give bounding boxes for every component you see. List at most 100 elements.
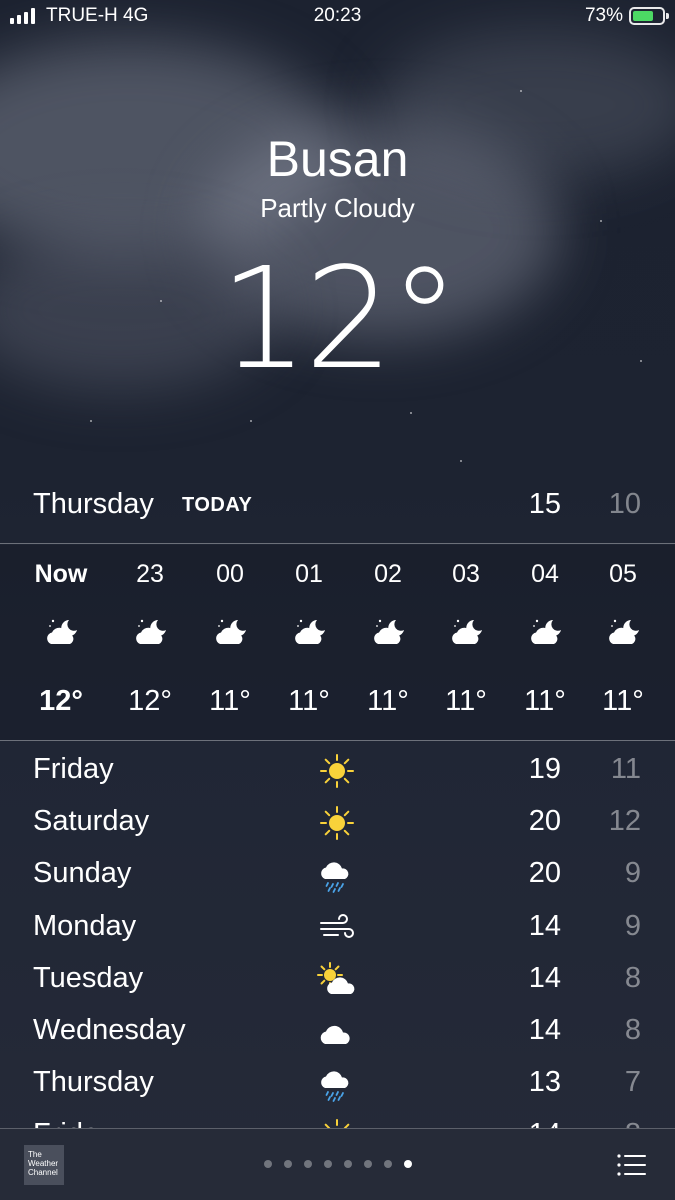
today-low: 10 — [608, 488, 641, 520]
daily-high: 20 — [528, 805, 561, 838]
daily-high: 14 — [528, 909, 561, 942]
daily-row: Saturday 20 12 — [0, 797, 675, 849]
today-label: TODAY — [182, 494, 253, 516]
divider — [0, 740, 675, 741]
daily-row: Sunday 20 9 — [0, 849, 675, 901]
daily-low: 8 — [624, 1014, 641, 1046]
moon-cloud-icon — [134, 617, 168, 647]
sun-icon — [316, 753, 358, 789]
daily-row: Thursday 13 7 — [0, 1058, 675, 1110]
hourly-time: 03 — [452, 560, 480, 588]
hourly-time: Now — [34, 560, 88, 588]
daily-high: 14 — [529, 1118, 561, 1128]
page-dot[interactable] — [264, 1160, 272, 1168]
battery-percent: 73% — [584, 5, 623, 26]
moon-cloud-icon — [214, 617, 248, 647]
hourly-time: 02 — [374, 560, 402, 588]
daily-day: Wednesday — [33, 1014, 186, 1046]
daily-high: 14 — [528, 1014, 561, 1046]
page-dot[interactable] — [284, 1160, 292, 1168]
city-name: Busan — [266, 131, 409, 187]
weather-condition: Partly Cloudy — [260, 193, 415, 223]
hourly-time: 00 — [216, 560, 244, 588]
daily-day: Tuesday — [33, 961, 144, 994]
hourly-temp: 12° — [39, 685, 83, 717]
moon-cloud-icon — [529, 617, 563, 647]
hourly-temp: 11° — [288, 685, 330, 717]
daily-low: 8 — [625, 1118, 641, 1128]
hourly-item: 03 11° — [427, 545, 505, 740]
hourly-time: 05 — [609, 560, 637, 588]
rain-icon — [316, 857, 358, 894]
hourly-temp: 11° — [445, 685, 487, 717]
page-dot[interactable] — [324, 1160, 332, 1168]
daily-row: Friday 14 8 — [0, 1110, 675, 1128]
status-bar: TRUE-H 4G 20:23 73% — [0, 0, 675, 34]
daily-low: 8 — [624, 961, 641, 994]
moon-cloud-icon — [293, 617, 327, 647]
today-day: Thursday — [33, 488, 154, 520]
moon-cloud-icon — [45, 617, 79, 647]
current-temperature: 12° — [219, 238, 459, 401]
divider — [0, 543, 675, 544]
battery-icon — [629, 7, 669, 25]
hourly-temp: 11° — [367, 685, 409, 717]
page-dot[interactable] — [404, 1160, 412, 1168]
daily-day: Sunday — [33, 857, 132, 890]
cloud-icon — [316, 1014, 358, 1050]
daily-low: 9 — [624, 909, 641, 942]
hourly-item: Now 12° — [22, 545, 100, 740]
daily-low: 11 — [610, 753, 641, 785]
daily-high: 20 — [528, 857, 561, 890]
moon-cloud-icon — [607, 617, 641, 647]
daily-day: Thursday — [33, 1066, 154, 1099]
weather-channel-logo[interactable]: The Weather Channel — [24, 1145, 64, 1185]
daily-high: 19 — [528, 753, 561, 785]
daily-row: Monday 14 9 — [0, 902, 675, 954]
hourly-time: 04 — [531, 560, 559, 588]
daily-day: Saturday — [33, 805, 150, 838]
sun-cloud-icon — [316, 961, 358, 998]
daily-high: 13 — [528, 1066, 561, 1099]
hourly-item: 01 11° — [270, 545, 348, 740]
daily-row: Tuesday 14 8 — [0, 954, 675, 1006]
today-high: 15 — [528, 488, 561, 520]
hourly-item: 02 11° — [349, 545, 427, 740]
wind-icon — [316, 910, 358, 946]
hourly-item: 00 11° — [191, 545, 269, 740]
hourly-temp: 11° — [602, 685, 644, 717]
daily-day: Friday — [33, 753, 114, 785]
hourly-temp: 12° — [128, 685, 172, 717]
hourly-item: 04 11° — [506, 545, 584, 740]
list-icon[interactable] — [617, 1154, 647, 1176]
daily-row: Friday 19 11 — [0, 745, 675, 797]
hourly-time: 23 — [136, 560, 164, 588]
hourly-temp: 11° — [209, 685, 251, 717]
moon-cloud-icon — [450, 617, 484, 647]
page-indicator[interactable] — [264, 1160, 412, 1168]
daily-forecast[interactable]: Friday 19 11 Saturday 20 12 Sunday 20 9 Monday 14 9… — [0, 745, 675, 1128]
daily-day: Monday — [33, 909, 137, 942]
hourly-forecast[interactable]: Now 12° 23 12° 00 11° 01 11° 02 11° 03 11° 04 11° 05 11… — [0, 545, 675, 740]
hourly-item: 23 12° — [111, 545, 189, 740]
daily-low: 9 — [624, 857, 641, 890]
page-dot[interactable] — [304, 1160, 312, 1168]
bottom-bar: The Weather Channel — [0, 1128, 675, 1200]
moon-cloud-icon — [372, 617, 406, 647]
hourly-item: 05 11° — [584, 545, 662, 740]
daily-low: 12 — [608, 805, 641, 838]
page-dot[interactable] — [384, 1160, 392, 1168]
status-time: 20:23 — [313, 5, 362, 26]
daily-high: 14 — [528, 961, 561, 994]
today-summary: Thursday TODAY 15 10 — [0, 480, 675, 528]
daily-low: 7 — [624, 1066, 641, 1099]
sun-icon — [316, 805, 358, 841]
hourly-time: 01 — [295, 560, 323, 588]
daily-row: Wednesday 14 8 — [0, 1006, 675, 1058]
page-dot[interactable] — [364, 1160, 372, 1168]
rain-icon — [316, 1066, 358, 1103]
daily-day: Friday — [33, 1118, 114, 1128]
page-dot[interactable] — [344, 1160, 352, 1168]
hourly-temp: 11° — [524, 685, 566, 717]
sun-icon — [316, 1118, 358, 1128]
